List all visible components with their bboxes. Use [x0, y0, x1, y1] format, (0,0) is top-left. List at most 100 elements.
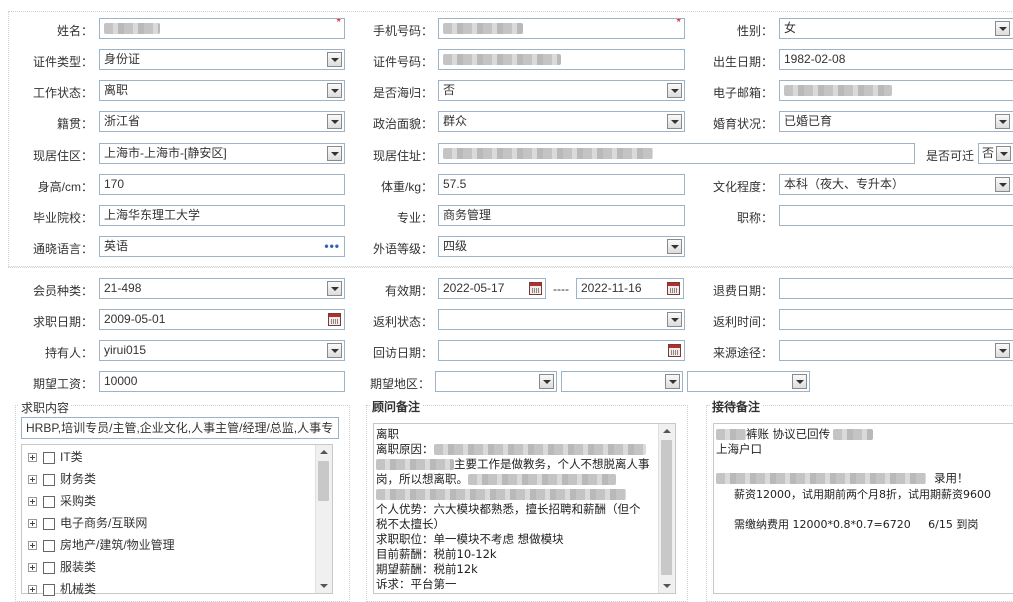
tree-scrollbar[interactable] [315, 445, 332, 593]
area-district-select[interactable] [687, 371, 810, 392]
scroll-thumb[interactable] [661, 440, 672, 575]
returnee-select[interactable]: 否 [438, 80, 685, 101]
rebate-time-field[interactable] [779, 309, 1013, 330]
calendar-icon[interactable] [668, 344, 681, 357]
tree-item-purchasing[interactable]: 采购类 [28, 491, 96, 511]
height-field[interactable]: 170 [99, 174, 345, 195]
school-value: 上海华东理工大学 [104, 208, 201, 222]
dropdown-arrow-icon[interactable] [995, 114, 1010, 129]
rebate-status-select[interactable] [438, 309, 685, 330]
calendar-icon[interactable] [667, 282, 680, 295]
expand-icon[interactable] [28, 563, 37, 573]
professional-title-field[interactable] [779, 205, 1013, 226]
member-type-select[interactable]: 21-498 [99, 278, 345, 299]
valid-to-field[interactable]: 2022-11-16 [576, 278, 684, 299]
gender-select[interactable]: 女 [779, 18, 1013, 39]
checkbox[interactable] [43, 451, 55, 464]
id-type-select[interactable]: 身份证 [99, 49, 345, 70]
more-options-icon[interactable]: ••• [324, 237, 340, 256]
holder-select[interactable]: yirui015 [99, 340, 345, 361]
valid-from-field[interactable]: 2022-05-17 [438, 278, 546, 299]
dropdown-arrow-icon[interactable] [665, 374, 680, 389]
dropdown-arrow-icon[interactable] [792, 374, 807, 389]
relocate-label: 是否可迁 [925, 149, 974, 163]
advisor-notes-textarea[interactable]: 离职 离职原因： 主要工作是做教务，个人不想脱离人事 岗，所以想离职。 个人优势… [373, 423, 676, 594]
tree-item-machinery[interactable]: 机械类 [28, 579, 96, 599]
dropdown-arrow-icon[interactable] [995, 177, 1010, 192]
political-select[interactable]: 群众 [438, 111, 685, 132]
checkbox[interactable] [43, 495, 55, 508]
education-select[interactable]: 本科（夜大、专升本） [779, 174, 1013, 195]
expand-icon[interactable] [28, 541, 37, 551]
scroll-up-icon[interactable] [320, 450, 328, 454]
scroll-down-icon[interactable] [663, 584, 671, 588]
checkbox[interactable] [43, 539, 55, 552]
checkbox[interactable] [43, 561, 55, 574]
expand-icon[interactable] [28, 497, 37, 507]
work-status-select[interactable]: 离职 [99, 80, 345, 101]
dropdown-arrow-icon[interactable] [327, 281, 342, 296]
dropdown-arrow-icon[interactable] [995, 343, 1010, 358]
relocate-select[interactable]: 否 [978, 143, 1013, 164]
expand-icon[interactable] [28, 475, 37, 485]
language-level-select[interactable]: 四级 [438, 236, 685, 257]
dropdown-arrow-icon[interactable] [667, 114, 682, 129]
dropdown-arrow-icon[interactable] [995, 21, 1010, 36]
job-date-field[interactable]: 2009-05-01 [99, 309, 345, 330]
tree-item-real-estate[interactable]: 房地产/建筑/物业管理 [28, 535, 175, 555]
dropdown-arrow-icon[interactable] [539, 374, 554, 389]
tree-item-ecommerce[interactable]: 电子商务/互联网 [28, 513, 147, 533]
phone-field[interactable]: * [438, 18, 685, 39]
scroll-up-icon[interactable] [663, 429, 671, 433]
language-label: 通晓语言： [32, 242, 93, 256]
address-field[interactable] [438, 143, 915, 164]
job-summary-field[interactable]: HRBP,培训专员/主管,企业文化,人事主管/经理/总监,人事专 [21, 417, 339, 439]
weight-field[interactable]: 57.5 [438, 174, 685, 195]
dropdown-arrow-icon[interactable] [667, 239, 682, 254]
name-field[interactable]: * [99, 18, 345, 39]
job-panel-title: 求职内容 [19, 399, 72, 416]
dropdown-arrow-icon[interactable] [327, 83, 342, 98]
birth-date-field[interactable]: 1982-02-08 [779, 49, 1013, 70]
tree-item-finance[interactable]: 财务类 [28, 469, 96, 489]
dropdown-arrow-icon[interactable] [996, 146, 1011, 161]
dropdown-arrow-icon[interactable] [327, 146, 342, 161]
dropdown-arrow-icon[interactable] [667, 83, 682, 98]
reception-notes-textarea[interactable]: 裤账 协议已回传 上海户口 录用！ 薪资12000，试用期前两个月8折，试用期薪… [713, 423, 1013, 594]
email-field[interactable] [779, 80, 1013, 101]
checkbox[interactable] [43, 473, 55, 486]
scroll-thumb[interactable] [318, 461, 329, 501]
dropdown-arrow-icon[interactable] [327, 52, 342, 67]
scroll-down-icon[interactable] [320, 584, 328, 588]
weight-value: 57.5 [443, 177, 467, 191]
source-select[interactable] [779, 340, 1013, 361]
refund-date-field[interactable] [779, 278, 1013, 299]
checkbox[interactable] [43, 583, 55, 596]
holder-label: 持有人： [44, 346, 93, 360]
calendar-icon[interactable] [529, 282, 542, 295]
checkbox[interactable] [43, 517, 55, 530]
area-province-select[interactable] [435, 371, 557, 392]
language-field[interactable]: 英语 ••• [99, 236, 345, 257]
marital-select[interactable]: 已婚已育 [779, 111, 1013, 132]
salary-field[interactable]: 10000 [99, 371, 345, 392]
native-place-select[interactable]: 浙江省 [99, 111, 345, 132]
visit-date-field[interactable] [438, 340, 685, 361]
expand-icon[interactable] [28, 519, 37, 529]
id-number-field[interactable] [438, 49, 685, 70]
dropdown-arrow-icon[interactable] [327, 343, 342, 358]
advisor-scrollbar[interactable] [658, 424, 675, 593]
residence-area-select[interactable]: 上海市-上海市-[静安区] [99, 143, 345, 164]
required-mark: * [336, 18, 341, 29]
tree-item-it[interactable]: IT类 [28, 447, 83, 467]
calendar-icon[interactable] [328, 313, 341, 326]
tree-item-apparel[interactable]: 服装类 [28, 557, 96, 577]
expand-icon[interactable] [28, 453, 37, 463]
dropdown-arrow-icon[interactable] [327, 114, 342, 129]
area-city-select[interactable] [561, 371, 683, 392]
job-category-tree[interactable]: IT类 财务类 采购类 电子商务/互联网 房地产/建筑/物业管理 服装类 机械类 [21, 444, 333, 596]
expand-icon[interactable] [28, 585, 37, 595]
dropdown-arrow-icon[interactable] [667, 312, 682, 327]
major-field[interactable]: 商务管理 [438, 205, 685, 226]
school-field[interactable]: 上海华东理工大学 [99, 205, 345, 226]
